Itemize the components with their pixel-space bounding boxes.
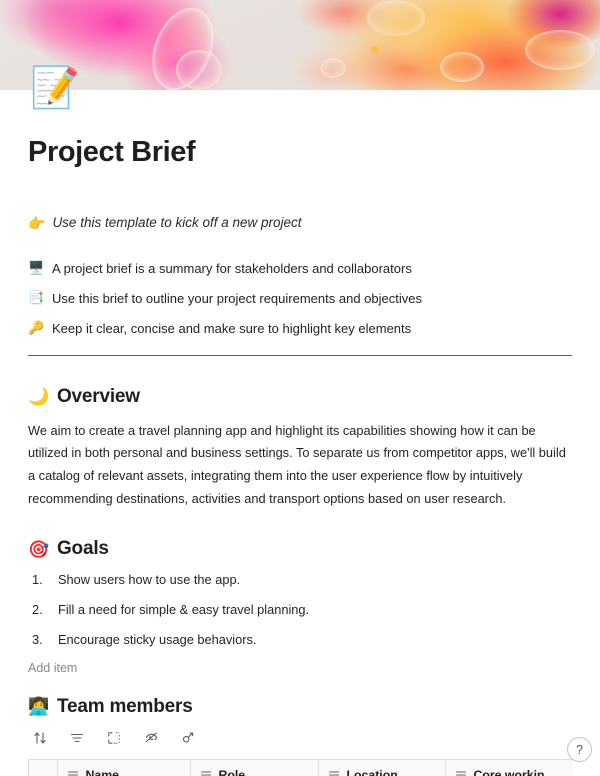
section-divider <box>28 354 572 356</box>
goals-list: Show users how to use the app. Fill a ne… <box>28 571 572 649</box>
text-column-icon <box>328 769 340 776</box>
document-page: 📝 Project Brief 👉 Use this template to k… <box>0 0 600 776</box>
table-header-row: Name Role Location Core workin... <box>29 759 573 776</box>
list-item: 📑 Use this brief to outline your project… <box>28 290 572 308</box>
group-icon[interactable] <box>105 729 123 747</box>
page-title: Project Brief <box>28 136 196 168</box>
team-members-heading-text: Team members <box>56 695 193 717</box>
intro-bullet-list: 🖥️ A project brief is a summary for stak… <box>28 260 572 338</box>
list-item-text: Keep it clear, concise and make sure to … <box>52 321 412 337</box>
template-tagline: 👉 Use this template to kick off a new pr… <box>28 215 572 230</box>
add-item-button[interactable]: Add item <box>28 661 572 675</box>
list-item: 🔑 Keep it clear, concise and make sure t… <box>28 320 572 338</box>
column-header-label: Core workin... <box>473 768 555 776</box>
column-header-name[interactable]: Name <box>57 759 191 776</box>
banner-ring-shape <box>440 52 484 82</box>
share-icon[interactable] <box>179 729 197 747</box>
column-header-core-working-hours[interactable]: Core workin... <box>445 759 573 776</box>
team-members-table: Name Role Location Core workin... <box>28 758 573 776</box>
list-item-text: Use this brief to outline your project r… <box>52 291 422 307</box>
text-column-icon <box>455 769 467 776</box>
column-header-index <box>29 759 58 776</box>
overview-heading-text: Overview <box>56 385 140 407</box>
list-item: 🖥️ A project brief is a summary for stak… <box>28 260 572 278</box>
overview-paragraph: We aim to create a travel planning app a… <box>28 422 566 506</box>
key-icon: 🔑 <box>28 320 45 336</box>
dart-target-icon: 🎯 <box>28 539 49 559</box>
sort-icon[interactable] <box>31 729 49 747</box>
bookmark-tabs-icon: 📑 <box>28 290 45 306</box>
pointing-right-icon: 👉 <box>28 214 46 231</box>
filter-icon[interactable] <box>68 729 86 747</box>
goals-heading-text: Goals <box>56 538 109 560</box>
help-button[interactable]: ? <box>567 737 592 762</box>
text-column-icon <box>67 769 79 776</box>
crescent-moon-icon: 🌙 <box>28 387 49 407</box>
column-header-label: Name <box>85 768 120 776</box>
goals-list-item[interactable]: Show users how to use the app. <box>32 571 572 589</box>
desktop-computer-icon: 🖥️ <box>28 260 45 275</box>
column-header-label: Location <box>346 768 398 776</box>
goals-list-item[interactable]: Fill a need for simple & easy travel pla… <box>32 601 572 619</box>
hide-fields-icon[interactable] <box>142 729 160 747</box>
column-header-label: Role <box>218 768 246 776</box>
tagline-text: Use this template to kick off a new proj… <box>52 215 302 230</box>
goals-list-item[interactable]: Encourage sticky usage behaviors. <box>32 631 572 649</box>
banner-ring-shape <box>367 0 425 36</box>
column-header-role[interactable]: Role <box>190 759 319 776</box>
table-toolbar <box>28 729 572 747</box>
banner-dot-shape <box>371 46 380 53</box>
header-banner-image <box>0 0 600 90</box>
person-at-computer-icon: 👩‍💻 <box>28 697 49 717</box>
banner-abstract-art <box>0 0 600 90</box>
banner-ring-shape <box>320 58 346 78</box>
list-item-text: A project brief is a summary for stakeho… <box>52 261 412 276</box>
overview-heading: 🌙 Overview <box>28 386 572 408</box>
banner-ring-shape <box>176 50 222 90</box>
text-column-icon <box>200 769 212 776</box>
document-content: Project Brief 👉 Use this template to kic… <box>0 136 600 776</box>
goals-heading: 🎯 Goals <box>28 538 572 560</box>
banner-ring-shape <box>525 30 595 70</box>
column-header-location[interactable]: Location <box>318 759 446 776</box>
team-members-heading: 👩‍💻 Team members <box>28 696 572 718</box>
memo-icon[interactable]: 📝 <box>30 68 80 114</box>
